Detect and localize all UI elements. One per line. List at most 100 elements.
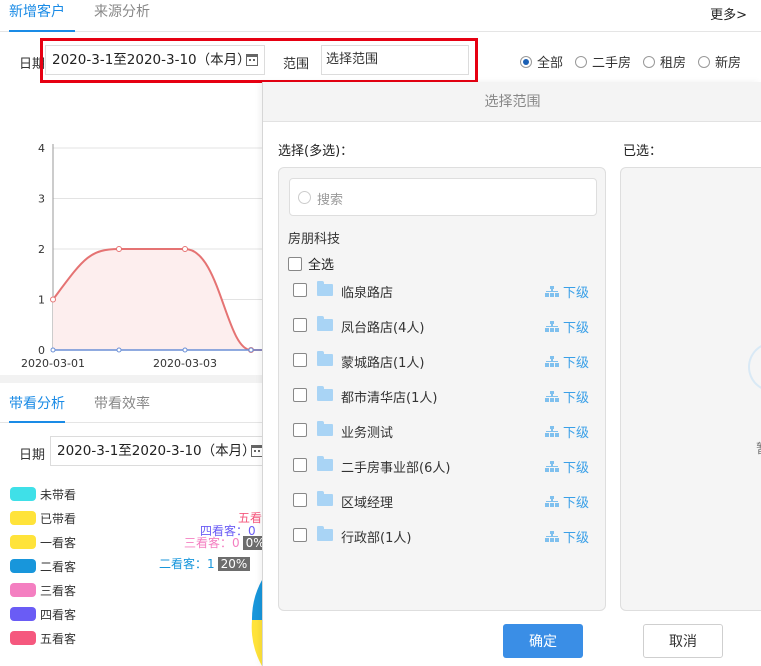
legend-item[interactable]: 一看客 xyxy=(10,530,76,554)
legend-label: 四看客 xyxy=(40,607,77,622)
y-tick-label: 3 xyxy=(38,193,45,206)
y-tick-label: 0 xyxy=(38,344,45,357)
legend-swatch xyxy=(10,511,36,525)
department-checkbox[interactable] xyxy=(293,283,307,297)
data-point xyxy=(182,246,188,252)
sub-level-label: 下级 xyxy=(563,426,590,441)
pie-label-two: 二看客：1 20% xyxy=(159,555,251,572)
legend-label: 未带看 xyxy=(40,487,77,502)
pie-label-two-text: 二看客：1 xyxy=(159,557,215,571)
checkbox-icon xyxy=(288,256,302,271)
department-row[interactable]: 二手房事业部(6人) 下级 xyxy=(279,448,607,483)
folder-icon xyxy=(317,456,333,471)
sub-level-link[interactable]: 下级 xyxy=(545,352,589,371)
folder-icon xyxy=(317,351,333,366)
search-input[interactable]: 搜索 xyxy=(289,178,597,216)
department-row[interactable]: 凤台路店(4人) 下级 xyxy=(279,308,607,343)
folder-icon xyxy=(317,526,333,541)
y-tick-label: 4 xyxy=(38,142,45,155)
department-row[interactable]: 业务测试 下级 xyxy=(279,413,607,448)
select-all-checkbox[interactable]: 全选 xyxy=(288,254,334,273)
department-row[interactable]: 区域经理 下级 xyxy=(279,483,607,518)
radio-label: 租房 xyxy=(659,56,686,71)
sub-level-link[interactable]: 下级 xyxy=(545,317,589,336)
department-checkbox[interactable] xyxy=(293,528,307,542)
y-tick-label: 1 xyxy=(38,294,45,307)
more-link[interactable]: 更多> xyxy=(710,4,747,23)
tab-viewing-analysis[interactable]: 带看分析 xyxy=(9,393,65,423)
radio-rental[interactable]: 租房 xyxy=(642,52,686,71)
legend-item[interactable]: 五看客 xyxy=(10,626,76,650)
search-placeholder: 搜索 xyxy=(317,193,344,208)
legend-item[interactable]: 未带看 xyxy=(10,482,76,506)
department-row[interactable]: 蒙城路店(1人) 下级 xyxy=(279,343,607,378)
radio-circle-icon xyxy=(519,55,532,68)
department-checkbox[interactable] xyxy=(293,388,307,402)
date-range-value: 2020-3-1至2020-3-10（本月） xyxy=(52,52,251,68)
sub-level-link[interactable]: 下级 xyxy=(545,387,589,406)
department-name: 业务测试 xyxy=(341,426,394,441)
department-checkbox[interactable] xyxy=(293,458,307,472)
department-name: 区域经理 xyxy=(341,496,394,511)
date-range-picker-2[interactable]: 2020-3-1至2020-3-10（本月） xyxy=(50,436,270,466)
department-name: 凤台路店(4人) xyxy=(341,321,425,336)
radio-second-hand[interactable]: 二手房 xyxy=(574,52,631,71)
legend-swatch xyxy=(10,559,36,573)
sub-level-label: 下级 xyxy=(563,321,590,336)
legend-item[interactable]: 已带看 xyxy=(10,506,76,530)
legend-label: 一看客 xyxy=(40,535,77,550)
top-tab-bar: 新增客户 来源分析 更多> xyxy=(0,0,761,32)
select-all-label: 全选 xyxy=(308,258,335,273)
legend-label: 已带看 xyxy=(40,511,77,526)
sub-level-link[interactable]: 下级 xyxy=(545,422,589,441)
legend-item[interactable]: 四看客 xyxy=(10,602,76,626)
data-point-2 xyxy=(116,347,122,353)
date-label-2: 日期 xyxy=(19,448,46,463)
sub-level-link[interactable]: 下级 xyxy=(545,457,589,476)
radio-label: 二手房 xyxy=(591,56,631,71)
department-checkbox[interactable] xyxy=(293,353,307,367)
pie-pct-two: 20% xyxy=(217,557,251,571)
sub-level-label: 下级 xyxy=(563,461,590,476)
department-name: 都市清华店(1人) xyxy=(341,391,438,406)
pie-label-three: 三看客：0 0% xyxy=(184,534,268,551)
x-tick-label: 2020-03-03 xyxy=(153,357,217,370)
department-checkbox[interactable] xyxy=(293,318,307,332)
folder-icon xyxy=(317,421,333,436)
folder-icon xyxy=(317,281,333,296)
legend-swatch xyxy=(10,487,36,501)
sub-level-label: 下级 xyxy=(563,496,590,511)
tab-viewing-efficiency[interactable]: 带看效率 xyxy=(94,393,150,423)
sub-level-label: 下级 xyxy=(563,356,590,371)
range-select-input[interactable]: 选择范围 xyxy=(321,45,469,75)
confirm-button[interactable]: 确定 xyxy=(503,624,583,658)
select-column-title: 选择(多选)： xyxy=(278,144,354,159)
data-point-2 xyxy=(248,347,254,353)
sub-level-link[interactable]: 下级 xyxy=(545,527,589,546)
department-row[interactable]: 行政部(1人) 下级 xyxy=(279,518,607,553)
department-row[interactable]: 都市清华店(1人) 下级 xyxy=(279,378,607,413)
cancel-button[interactable]: 取消 xyxy=(643,624,723,658)
sub-level-link[interactable]: 下级 xyxy=(545,282,589,301)
org-tree-icon xyxy=(545,426,559,437)
tab-new-customers[interactable]: 新增客户 xyxy=(9,0,75,32)
radio-all[interactable]: 全部 xyxy=(519,52,563,71)
sub-level-link[interactable]: 下级 xyxy=(545,492,589,511)
legend-item[interactable]: 三看客 xyxy=(10,578,76,602)
radio-new-house[interactable]: 新房 xyxy=(697,52,741,71)
y-tick-label: 2 xyxy=(38,243,45,256)
department-checkbox[interactable] xyxy=(293,423,307,437)
search-icon xyxy=(298,191,311,204)
department-row[interactable]: 临泉路店 下级 xyxy=(279,273,607,308)
empty-state-text: 暂 xyxy=(756,438,761,457)
tab-source-analysis[interactable]: 来源分析 xyxy=(94,0,150,32)
x-tick-label: 2020-03-01 xyxy=(21,357,85,370)
pie-chart-partial xyxy=(251,580,262,666)
folder-icon xyxy=(317,386,333,401)
legend-item[interactable]: 二看客 xyxy=(10,554,76,578)
pie-slice-one xyxy=(251,620,262,666)
date-range-picker[interactable]: 2020-3-1至2020-3-10（本月） xyxy=(45,45,265,75)
department-checkbox[interactable] xyxy=(293,493,307,507)
org-tree-icon xyxy=(545,321,559,332)
department-name: 蒙城路店(1人) xyxy=(341,356,425,371)
